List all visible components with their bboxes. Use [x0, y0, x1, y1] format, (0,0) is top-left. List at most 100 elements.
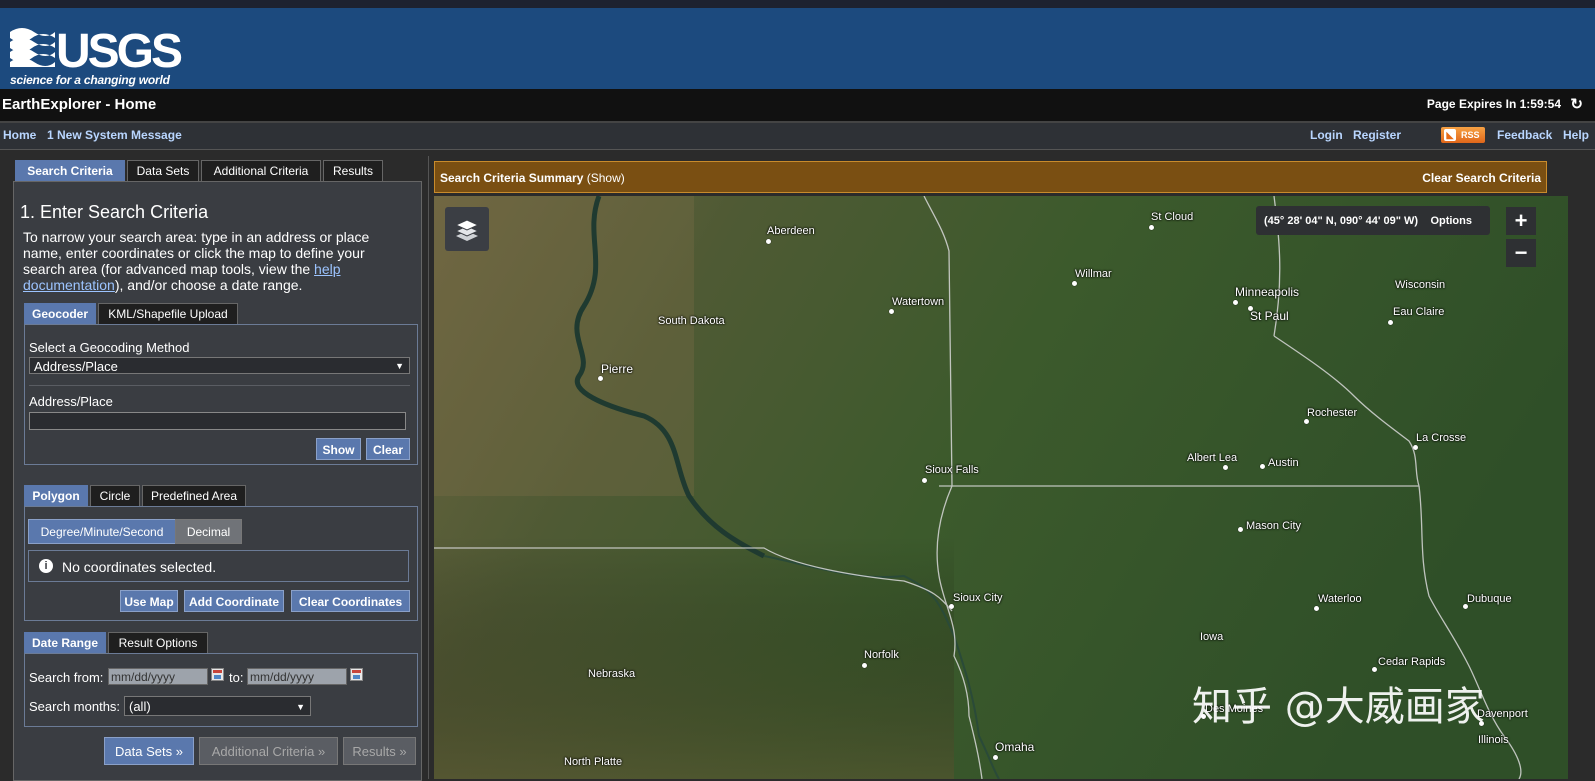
- satellite-map[interactable]: Aberdeen St Cloud Willmar Minneapolis St…: [434, 196, 1568, 779]
- nav-feedback[interactable]: Feedback: [1497, 128, 1552, 142]
- city-dot: [1304, 419, 1309, 424]
- format-dms-button[interactable]: Degree/Minute/Second: [28, 519, 176, 544]
- format-decimal-button[interactable]: Decimal: [175, 519, 242, 544]
- tab-result-options[interactable]: Result Options: [108, 632, 208, 653]
- city-dot: [598, 376, 603, 381]
- divider: [29, 385, 410, 386]
- search-instructions: To narrow your search area: type in an a…: [23, 229, 370, 293]
- tab-predefined-area[interactable]: Predefined Area: [142, 485, 246, 506]
- map-label-sioux-city: Sioux City: [953, 592, 1003, 604]
- results-next-button[interactable]: Results »: [343, 737, 416, 765]
- calendar-icon[interactable]: [350, 668, 363, 681]
- usgs-logo-text: USGS: [56, 25, 182, 78]
- search-from-label: Search from:: [29, 670, 104, 685]
- map-label-minneapolis: Minneapolis: [1235, 285, 1300, 299]
- map-options-button[interactable]: Options: [1430, 215, 1472, 227]
- clear-button[interactable]: Clear: [366, 438, 410, 460]
- zoom-in-button[interactable]: +: [1506, 207, 1536, 235]
- summary-show-link[interactable]: (Show): [587, 171, 625, 185]
- tab-date-range[interactable]: Date Range: [24, 632, 106, 653]
- app-title: EarthExplorer - Home: [2, 96, 157, 113]
- map-label-waterloo: Waterloo: [1318, 593, 1362, 605]
- tab-geocoder[interactable]: Geocoder: [24, 303, 96, 324]
- no-coordinates-text: No coordinates selected.: [62, 559, 217, 575]
- coordinates-message-box: i No coordinates selected.: [28, 550, 409, 582]
- tab-results[interactable]: Results: [323, 160, 383, 181]
- date-from-input[interactable]: mm/dd/yyyy: [108, 668, 208, 685]
- map-label-south-dakota: South Dakota: [658, 315, 725, 327]
- tab-additional-criteria[interactable]: Additional Criteria: [201, 160, 321, 181]
- rss-button[interactable]: ◣ RSS: [1441, 127, 1485, 143]
- map-label-pierre: Pierre: [601, 362, 634, 376]
- city-dot: [889, 309, 894, 314]
- tab-circle[interactable]: Circle: [90, 485, 140, 506]
- nav-login[interactable]: Login: [1310, 128, 1343, 142]
- map-label-wisconsin: Wisconsin: [1395, 279, 1446, 291]
- summary-title[interactable]: Search Criteria Summary (Show): [440, 171, 625, 185]
- geocoding-method-select[interactable]: Address/Place ▼: [29, 357, 410, 374]
- clear-search-criteria-link[interactable]: Clear Search Criteria: [1422, 171, 1541, 185]
- map-label-albert-lea: Albert Lea: [1187, 452, 1238, 464]
- search-panel: Search Criteria Data Sets Additional Cri…: [13, 160, 425, 781]
- city-dot: [1388, 320, 1393, 325]
- city-dot: [1372, 667, 1377, 672]
- map-label-illinois: Illinois: [1478, 734, 1509, 746]
- nav-register[interactable]: Register: [1353, 128, 1401, 142]
- tab-kml-upload[interactable]: KML/Shapefile Upload: [98, 303, 238, 324]
- title-bar: EarthExplorer - Home Page Expires In 1:5…: [0, 89, 1595, 123]
- map-label-norfolk: Norfolk: [864, 649, 899, 661]
- tab-search-criteria[interactable]: Search Criteria: [15, 160, 125, 181]
- city-dot: [1314, 606, 1319, 611]
- map-label-rochester: Rochester: [1307, 407, 1358, 419]
- show-button[interactable]: Show: [316, 438, 361, 460]
- map-label-iowa: Iowa: [1200, 631, 1224, 643]
- map-label-cedar-rapids: Cedar Rapids: [1378, 656, 1446, 668]
- city-dot: [949, 604, 954, 609]
- dropdown-arrow-icon: ▼: [296, 702, 305, 712]
- nav-system-message[interactable]: 1 New System Message: [47, 128, 182, 142]
- polygon-box: Degree/Minute/Second Decimal i No coordi…: [24, 506, 418, 621]
- search-criteria-summary-bar: Search Criteria Summary (Show) Clear Sea…: [434, 161, 1547, 193]
- dropdown-arrow-icon: ▼: [395, 361, 404, 371]
- map-label-eau-claire: Eau Claire: [1393, 306, 1445, 318]
- page-expires: Page Expires In 1:59:54: [1426, 97, 1561, 111]
- refresh-icon[interactable]: ↻: [1570, 95, 1583, 113]
- use-map-button[interactable]: Use Map: [120, 590, 178, 612]
- search-months-select[interactable]: (all) ▼: [124, 696, 311, 716]
- top-nav: Home 1 New System Message Login Register…: [0, 123, 1595, 150]
- map-label-watertown: Watertown: [892, 296, 945, 308]
- map-label-st-cloud: St Cloud: [1151, 211, 1194, 223]
- map-label-north-platte: North Platte: [564, 756, 623, 768]
- map-label-sioux-falls: Sioux Falls: [925, 464, 979, 476]
- tab-polygon[interactable]: Polygon: [24, 485, 88, 506]
- city-dot: [922, 478, 927, 483]
- city-dot: [1260, 464, 1265, 469]
- coordinate-readout: (45° 28' 04" N, 090° 44' 09" W) Options: [1256, 206, 1490, 235]
- tab-data-sets[interactable]: Data Sets: [127, 160, 199, 181]
- additional-criteria-next-button[interactable]: Additional Criteria »: [199, 737, 338, 765]
- top-edge: [0, 0, 1595, 8]
- map-label-la-crosse: La Crosse: [1416, 432, 1467, 444]
- nav-home[interactable]: Home: [3, 128, 36, 142]
- zoom-out-button[interactable]: −: [1506, 239, 1536, 267]
- search-to-label: to:: [229, 670, 244, 685]
- calendar-icon[interactable]: [211, 668, 224, 681]
- layers-button[interactable]: [445, 207, 489, 251]
- date-range-box: Search from: mm/dd/yyyy to: mm/dd/yyyy S…: [24, 653, 418, 727]
- usgs-banner: USGS science for a changing world: [0, 8, 1595, 89]
- date-to-input[interactable]: mm/dd/yyyy: [247, 668, 347, 685]
- clear-coordinates-button[interactable]: Clear Coordinates: [291, 590, 410, 612]
- map-label-mason-city: Mason City: [1246, 520, 1302, 532]
- data-sets-next-button[interactable]: Data Sets »: [104, 737, 194, 765]
- add-coordinate-button[interactable]: Add Coordinate: [184, 590, 284, 612]
- nav-help[interactable]: Help: [1563, 128, 1589, 142]
- search-months-label: Search months:: [29, 699, 121, 714]
- address-input[interactable]: [29, 412, 406, 430]
- city-dot: [1413, 445, 1418, 450]
- map-label-aberdeen: Aberdeen: [767, 225, 815, 237]
- map-label-willmar: Willmar: [1075, 268, 1112, 280]
- geocoding-method-label: Select a Geocoding Method: [29, 340, 190, 355]
- info-icon: i: [39, 559, 53, 573]
- cursor-coordinate: (45° 28' 04" N, 090° 44' 09" W): [1264, 215, 1419, 227]
- city-dot: [766, 239, 771, 244]
